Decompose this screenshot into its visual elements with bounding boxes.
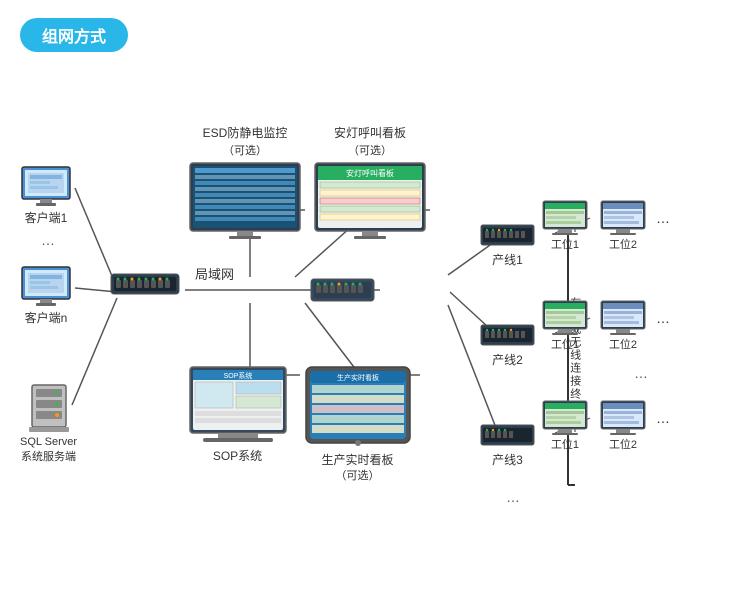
ws3-screen1 (542, 400, 588, 436)
diagram-area: … 客户端1 (20, 70, 730, 600)
ws2-label1: 工位1 (540, 338, 590, 352)
ws-groups-dots: … (634, 365, 648, 381)
ws1-screen2 (600, 200, 646, 236)
ws1-screen1 (542, 200, 588, 236)
ws1-item2: 工位2 (598, 200, 648, 252)
ws2-screen2 (600, 300, 646, 336)
ws2-item1: 工位1 (540, 300, 590, 352)
server-icon (24, 380, 74, 432)
esd-label: ESD防静电监控 (185, 125, 305, 142)
prod-line1: 产线1 (480, 222, 535, 269)
ws3-dots: … (656, 400, 670, 436)
client1-label: 客户端1 (20, 210, 72, 227)
ws1-item1: 工位1 (540, 200, 590, 252)
ws2-label2: 工位2 (598, 338, 648, 352)
andon-screen: 安灯呼叫看板 (314, 162, 426, 240)
sql-server-label: SQL Server系统服务端 (20, 435, 77, 466)
title-badge: 组网方式 (20, 18, 128, 52)
client1-icon (20, 165, 72, 207)
sop-system: SOP系统 SOP系统 (185, 365, 290, 465)
prod-line1-router (480, 222, 535, 250)
ws2-dots: … (656, 300, 670, 336)
ws2-screen1 (542, 300, 588, 336)
ws-group2: 工位1 (540, 300, 670, 356)
ws3-item2: 工位2 (598, 400, 648, 452)
page-container: 组网方式 (0, 0, 750, 608)
prod-board: 生产实时看板 生产实时看板 （可选） (300, 365, 415, 484)
ws1-dots: … (656, 200, 670, 236)
gateway (310, 275, 375, 310)
client-n-icon (20, 265, 72, 307)
prod-lines-dots: … (506, 489, 520, 505)
sop-label: SOP系统 (185, 448, 290, 465)
prod-board-sub: （可选） (300, 469, 415, 484)
andon-board: 安灯呼叫看板 （可选） 安灯呼叫看板 (310, 125, 430, 243)
ws3-screen2 (600, 400, 646, 436)
lan-label: 局域网 (195, 264, 234, 283)
ws3-item1: 工位1 (540, 400, 590, 452)
ws-row-1: 工位1 (540, 200, 670, 252)
esd-monitor: ESD防静电监控 （可选） (185, 125, 305, 243)
ws-row-3: 工位1 (540, 400, 670, 452)
prod-line1-label: 产线1 (480, 252, 535, 269)
ws-group3: 工位1 (540, 400, 670, 456)
svg-text:SOP系统: SOP系统 (223, 371, 252, 380)
gateway-icon (310, 275, 375, 307)
ws-row-2: 工位1 (540, 300, 670, 352)
svg-text:生产实时看板: 生产实时看板 (337, 373, 379, 382)
prod-line3-label: 产线3 (480, 452, 535, 469)
switch-box (110, 270, 180, 301)
ws3-label2: 工位2 (598, 438, 648, 452)
andon-sub: （可选） (310, 144, 430, 159)
ws3-label1: 工位1 (540, 438, 590, 452)
prod-line3-router (480, 422, 535, 450)
prod-line3: 产线3 (480, 422, 535, 469)
client-n: 客户端n (20, 265, 72, 327)
ws2-item2: 工位2 (598, 300, 648, 352)
prod-line2-router (480, 322, 535, 350)
esd-sub: （可选） (185, 144, 305, 159)
switch-icon (110, 270, 180, 298)
andon-label: 安灯呼叫看板 (310, 125, 430, 142)
client-n-label: 客户端n (20, 310, 72, 327)
prod-line2-label: 产线2 (480, 352, 535, 369)
sql-server: SQL Server系统服务端 (20, 380, 77, 466)
esd-screen (189, 162, 301, 240)
ws1-label2: 工位2 (598, 238, 648, 252)
prod-line2: 产线2 (480, 322, 535, 369)
sop-screen: SOP系统 (188, 365, 288, 445)
svg-text:…: … (41, 232, 55, 248)
client1: 客户端1 (20, 165, 72, 227)
ws-group1: 工位1 (540, 200, 670, 256)
svg-text:安灯呼叫看板: 安灯呼叫看板 (346, 168, 394, 178)
ws1-label1: 工位1 (540, 238, 590, 252)
prod-board-label: 生产实时看板 (300, 452, 415, 469)
prod-screen: 生产实时看板 (304, 365, 412, 449)
